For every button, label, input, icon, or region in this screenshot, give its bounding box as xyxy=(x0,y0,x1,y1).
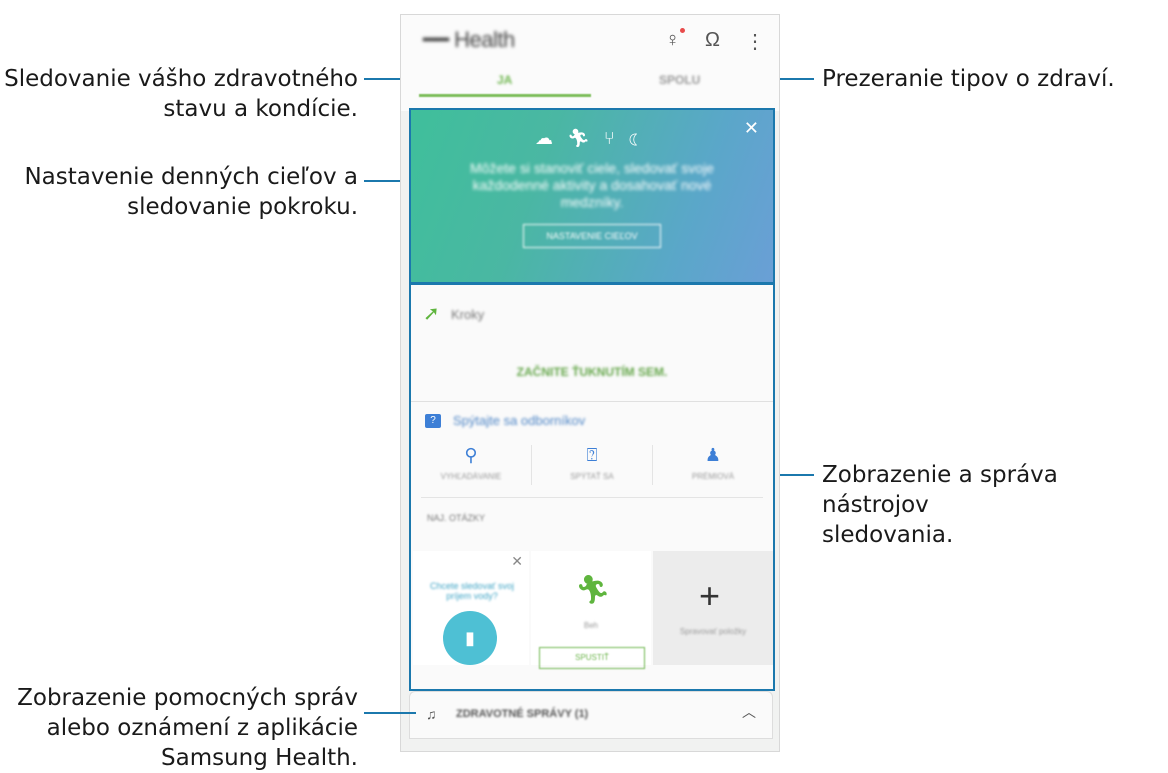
moon-icon: ☾ xyxy=(628,128,654,148)
tab-ja[interactable]: JA xyxy=(497,73,512,87)
water-question: Chcete sledovať svoj príjem vody? xyxy=(430,581,514,601)
app-bar: ━━ Health ♀ Ω ⋮ JA SPOLU xyxy=(401,15,779,111)
ask-service[interactable]: ⍰ SPÝTAŤ SA xyxy=(532,445,652,481)
start-run-button[interactable]: SPUSTIŤ xyxy=(539,647,645,669)
run-card[interactable]: 🏃︎ Beh SPUSTIŤ xyxy=(531,551,651,669)
set-goals-button[interactable]: NASTAVENIE CIEĽOV xyxy=(523,224,661,248)
callout-line xyxy=(400,712,416,714)
trackers-section: ➚ Kroky ZAČNITE ŤUKNUTÍM SEM. ? Spýtajte… xyxy=(409,283,775,691)
tab-spolu[interactable]: SPOLU xyxy=(659,73,700,87)
more-options-icon[interactable]: ⋮ xyxy=(745,29,765,54)
service-label: VYHĽADÁVANIE xyxy=(440,472,502,481)
person-icon: ♟ xyxy=(704,445,722,465)
search-service[interactable]: ⚲ VYHĽADÁVANIE xyxy=(411,445,531,481)
run-icon: 🏃︎ xyxy=(567,128,604,148)
notification-dot xyxy=(680,28,685,33)
question-bubble-icon: ⍰ xyxy=(586,445,598,465)
callout-daily-goals: Nastavenie denných cieľov a sledovanie p… xyxy=(24,164,358,220)
service-label: SPÝTAŤ SA xyxy=(570,472,614,481)
app-title: ━━ Health xyxy=(423,27,515,52)
steps-start-button[interactable]: ZAČNITE ŤUKNUTÍM SEM. xyxy=(411,365,773,379)
premium-service[interactable]: ♟ PRÉMIOVÁ xyxy=(653,445,773,481)
divider xyxy=(411,401,773,402)
profile-icon[interactable]: Ω xyxy=(705,29,720,52)
chevron-up-icon[interactable]: ︿ xyxy=(742,702,756,722)
shoe-icon: ➚ xyxy=(423,303,440,325)
lightbulb-icon[interactable]: ♀ xyxy=(665,29,680,52)
tab-indicator xyxy=(419,94,591,97)
water-cup-icon[interactable]: ▮ xyxy=(443,611,497,665)
top-questions[interactable]: NAJ. OTÁZKY xyxy=(427,513,485,523)
search-icon: ⚲ xyxy=(464,445,478,465)
steps-title[interactable]: Kroky xyxy=(451,307,484,322)
health-messages-bar[interactable]: ♫ ZDRAVOTNÉ SPRÁVY (1) ︿ xyxy=(409,691,773,739)
heart-icon: ☁ xyxy=(535,128,567,148)
callout-line xyxy=(364,78,400,80)
question-icon: ? xyxy=(425,414,441,428)
close-icon[interactable]: ✕ xyxy=(511,553,523,570)
callout-health-tips: Prezeranie tipov o zdraví. xyxy=(822,66,1115,92)
callout-health-tracking: Sledovanie vášho zdravotného stavu a kon… xyxy=(4,66,358,122)
banner-text: Môžete si stanoviť ciele, sledovať svoje… xyxy=(470,160,714,210)
bell-icon: ♫ xyxy=(426,706,437,722)
run-label: Beh xyxy=(583,621,599,630)
service-label: PRÉMIOVÁ xyxy=(691,472,735,481)
close-icon[interactable]: ✕ xyxy=(744,118,759,139)
manage-label: Spravovať položky xyxy=(679,627,747,636)
callout-notifications: Zobrazenie pomocných správ alebo oznámen… xyxy=(17,685,358,771)
health-messages-label: ZDRAVOTNÉ SPRÁVY (1) xyxy=(456,708,589,720)
manage-items-card[interactable]: + Spravovať položky xyxy=(653,551,773,665)
water-card[interactable]: ✕ Chcete sledovať svoj príjem vody? ▮ xyxy=(413,551,529,665)
phone-screen: ━━ Health ♀ Ω ⋮ JA SPOLU ☁🏃︎⑂☾ ✕ Môžete … xyxy=(400,14,780,752)
divider xyxy=(421,497,763,498)
plus-icon: + xyxy=(699,575,721,616)
callout-trackers: Zobrazenie a správa nástrojov sledovania… xyxy=(822,462,1058,548)
running-icon: 🏃︎ xyxy=(575,574,611,605)
callout-line xyxy=(778,474,814,476)
banner-icons: ☁🏃︎⑂☾ xyxy=(535,128,653,149)
food-icon: ⑂ xyxy=(603,128,629,148)
goals-banner[interactable]: ☁🏃︎⑂☾ ✕ Môžete si stanoviť ciele, sledov… xyxy=(409,108,775,284)
experts-title[interactable]: Spýtajte sa odborníkov xyxy=(453,413,585,428)
